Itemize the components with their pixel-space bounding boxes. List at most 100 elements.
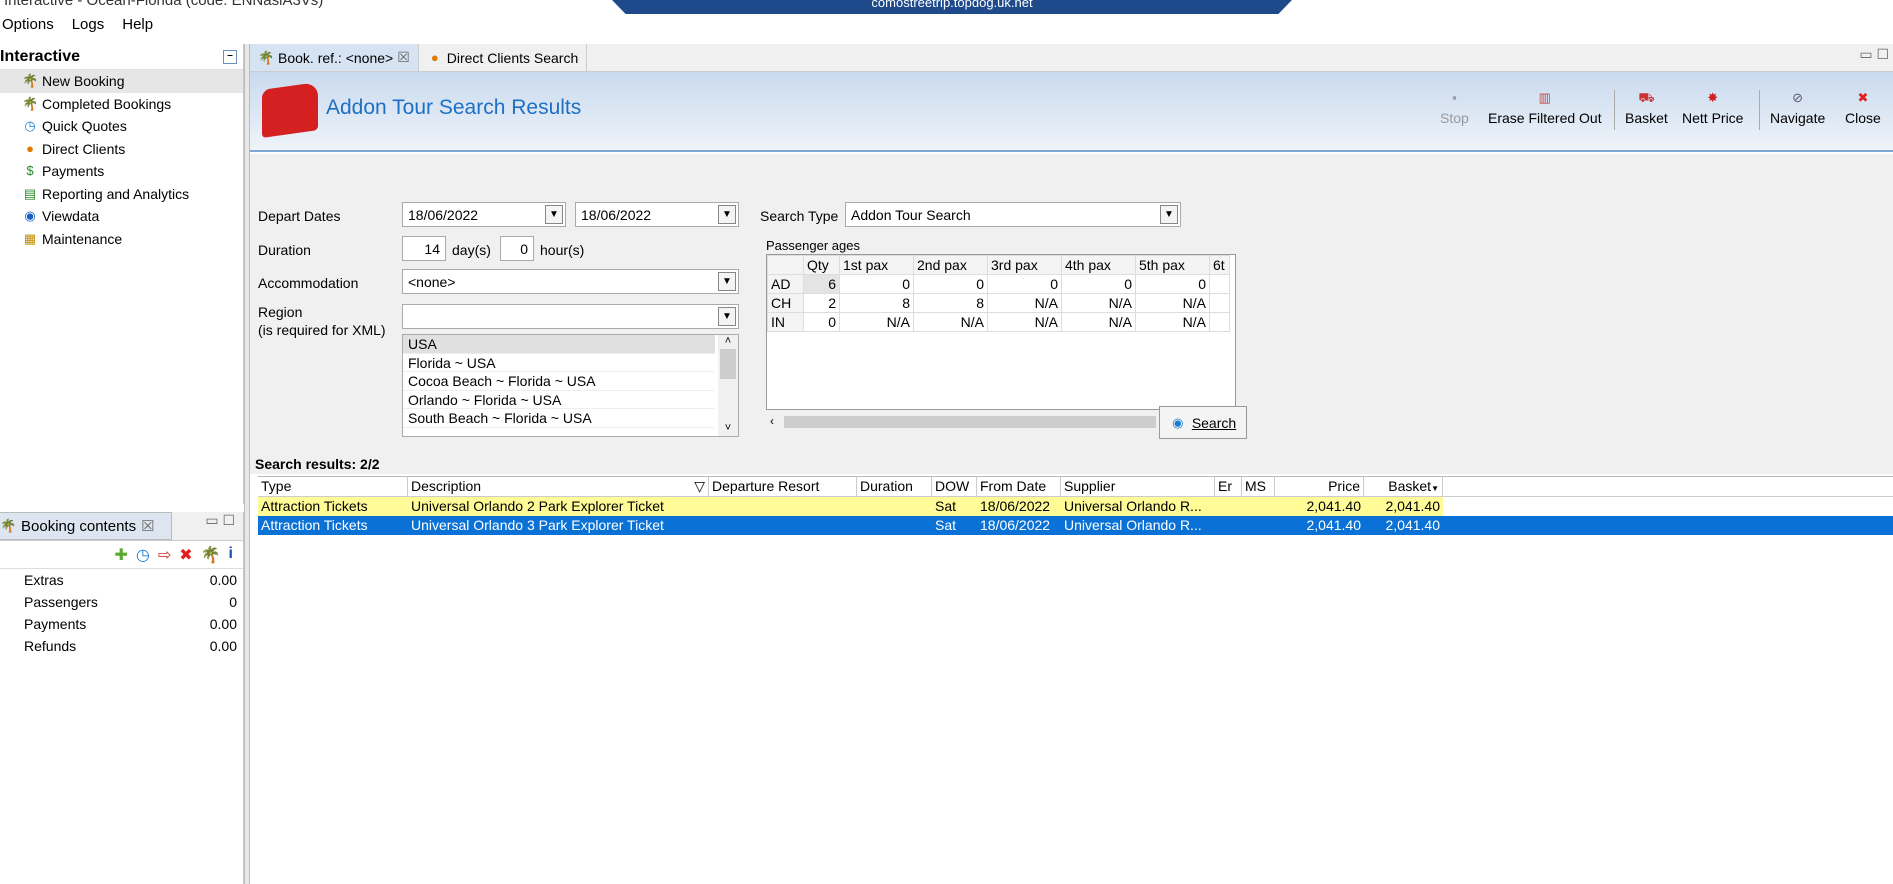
region-scrollbar[interactable]: ˄ ˅ <box>718 335 738 436</box>
age-cell[interactable]: N/A <box>1061 312 1136 332</box>
tab-booking-ref[interactable]: 🌴 Book. ref.: <none> ☒ <box>250 44 419 71</box>
palm-tree-icon: 🌴 <box>22 73 39 89</box>
dropdown-icon[interactable]: ▼ <box>718 307 736 326</box>
age-cell[interactable]: N/A <box>987 312 1062 332</box>
accommodation-select[interactable]: <none> ▼ <box>402 269 739 294</box>
age-cell[interactable]: 0 <box>1135 274 1210 294</box>
menu-bar: Options Logs Help <box>0 12 1893 36</box>
cell-dow: Sat <box>935 517 957 533</box>
col-price[interactable]: Price <box>1275 477 1364 496</box>
col-basket[interactable]: Basket▼ <box>1364 477 1443 496</box>
passenger-ages-label: Passenger ages <box>766 238 860 253</box>
sidebar: Interactive – 🌴 New Booking 🌴 Completed Boo… <box>0 44 244 504</box>
dropdown-icon[interactable]: ▼ <box>545 205 563 224</box>
cell-basket: 2,041.40 <box>1385 498 1441 514</box>
sidebar-item-completed-bookings[interactable]: 🌴 Completed Bookings <box>0 93 243 116</box>
minimize-maximize-icons[interactable]: ▭ ☐ <box>1859 44 1889 71</box>
sidebar-item-viewdata[interactable]: ◉ Viewdata <box>0 205 243 228</box>
depart-to-input[interactable]: 18/06/2022 ▼ <box>575 202 739 227</box>
col-ms[interactable]: MS <box>1242 477 1275 496</box>
region-list[interactable]: USA Florida ~ USA Cocoa Beach ~ Florida … <box>402 334 739 437</box>
depart-from-input[interactable]: 18/06/2022 ▼ <box>402 202 566 227</box>
age-cell[interactable]: N/A <box>1061 293 1136 313</box>
nett-price-button[interactable]: ✸ Nett Price <box>1682 90 1743 126</box>
search-type-select[interactable]: Addon Tour Search ▼ <box>845 202 1181 227</box>
stop-button[interactable]: ▪ Stop <box>1440 90 1469 126</box>
dropdown-icon[interactable]: ▼ <box>718 205 736 224</box>
menu-logs[interactable]: Logs <box>70 16 107 33</box>
region-option[interactable]: South Beach ~ Florida ~ USA <box>403 409 715 428</box>
add-icon[interactable]: ✚ <box>114 545 127 564</box>
table-row-selected[interactable]: Attraction Tickets Universal Orlando 3 P… <box>258 516 1893 535</box>
search-button[interactable]: ◉ Search <box>1159 406 1247 439</box>
col-from-date[interactable]: From Date <box>977 477 1061 496</box>
col-supplier[interactable]: Supplier <box>1061 477 1215 496</box>
cell-dow: Sat <box>935 498 957 514</box>
table-row[interactable]: Attraction Tickets Universal Orlando 2 P… <box>258 497 1443 516</box>
close-icon[interactable]: ☒ <box>141 517 154 535</box>
age-cell[interactable]: N/A <box>839 312 914 332</box>
age-cell[interactable]: 8 <box>913 293 988 313</box>
collapse-icon[interactable]: – <box>223 49 237 64</box>
age-cell[interactable]: N/A <box>1135 293 1210 313</box>
region-select[interactable]: ▼ <box>402 304 739 329</box>
col-duration[interactable]: Duration <box>857 477 932 496</box>
passenger-ages-table[interactable]: Qty 1st pax 2nd pax 3rd pax 4th pax 5th pax 6t… <box>766 254 1236 410</box>
qty-cell[interactable]: 0 <box>803 312 840 332</box>
age-cell[interactable]: N/A <box>987 293 1062 313</box>
region-option[interactable]: Cocoa Beach ~ Florida ~ USA <box>403 372 715 391</box>
age-cell[interactable]: 0 <box>987 274 1062 294</box>
days-input[interactable]: 14 <box>402 236 446 261</box>
sidebar-item-direct-clients[interactable]: ● Direct Clients <box>0 138 243 161</box>
row-value: 0.00 <box>209 638 237 654</box>
qty-cell[interactable]: 2 <box>803 293 840 313</box>
delete-icon[interactable]: ✖ <box>179 545 192 564</box>
tab-booking-contents[interactable]: 🌴 Booking contents ☒ <box>0 512 172 540</box>
menu-options[interactable]: Options <box>0 16 56 33</box>
minimize-maximize-icons[interactable]: ▭ ☐ <box>205 512 235 540</box>
col-type[interactable]: Type <box>258 477 408 496</box>
sidebar-item-label: Reporting and Analytics <box>42 185 190 202</box>
age-cell[interactable]: N/A <box>1135 312 1210 332</box>
tab-direct-clients-search[interactable]: ● Direct Clients Search <box>419 44 588 71</box>
pax-row-infant: IN 0 N/A N/A N/A N/A N/A <box>767 312 1230 332</box>
basket-button[interactable]: ⛟ Basket <box>1625 90 1668 126</box>
col-dow[interactable]: DOW <box>932 477 977 496</box>
erase-filtered-out-button[interactable]: ▥ Erase Filtered Out <box>1488 90 1602 126</box>
dropdown-icon[interactable]: ▼ <box>1160 205 1178 224</box>
search-globe-icon: ◉ <box>1172 414 1184 430</box>
duration-label: Duration <box>258 242 311 258</box>
hours-input[interactable]: 0 <box>500 236 534 261</box>
navigate-button[interactable]: ⊘ Navigate <box>1770 90 1825 126</box>
info-icon[interactable]: i <box>229 545 233 564</box>
col-er[interactable]: Er <box>1215 477 1242 496</box>
age-cell[interactable]: 8 <box>839 293 914 313</box>
cell-from-date: 18/06/2022 <box>980 517 1051 533</box>
age-cell[interactable]: 0 <box>913 274 988 294</box>
age-cell[interactable]: N/A <box>913 312 988 332</box>
row-label: Extras <box>24 572 64 588</box>
qty-cell[interactable]: 6 <box>803 274 840 294</box>
age-cell[interactable]: 0 <box>1061 274 1136 294</box>
close-icon[interactable]: ☒ <box>397 49 410 66</box>
sidebar-item-maintenance[interactable]: ▦ Maintenance <box>0 228 243 251</box>
sidebar-item-payments[interactable]: $ Payments <box>0 160 243 183</box>
region-option[interactable]: Florida ~ USA <box>403 354 715 372</box>
sidebar-item-quick-quotes[interactable]: ◷ Quick Quotes <box>0 115 243 138</box>
dropdown-icon[interactable]: ▼ <box>718 272 736 291</box>
palm-tree-icon[interactable]: 🌴 <box>201 545 221 564</box>
region-option[interactable]: USA <box>403 335 715 354</box>
menu-help[interactable]: Help <box>120 16 155 33</box>
basket-transfer-icon[interactable]: ⇨ <box>158 545 171 564</box>
close-button[interactable]: ✖ Close <box>1845 90 1881 126</box>
clock-icon[interactable]: ◷ <box>136 545 150 564</box>
sidebar-item-reporting[interactable]: ▤ Reporting and Analytics <box>0 183 243 206</box>
age-cell[interactable]: 0 <box>839 274 914 294</box>
sidebar-item-new-booking[interactable]: 🌴 New Booking <box>0 70 243 93</box>
filter-icon[interactable]: ▽ <box>694 477 705 496</box>
col-departure-resort[interactable]: Departure Resort <box>709 477 857 496</box>
row-label: Payments <box>24 616 87 632</box>
col-description[interactable]: Description ▽ <box>408 477 709 496</box>
region-option[interactable]: Orlando ~ Florida ~ USA <box>403 391 715 409</box>
col-header: 5th pax <box>1135 255 1210 275</box>
